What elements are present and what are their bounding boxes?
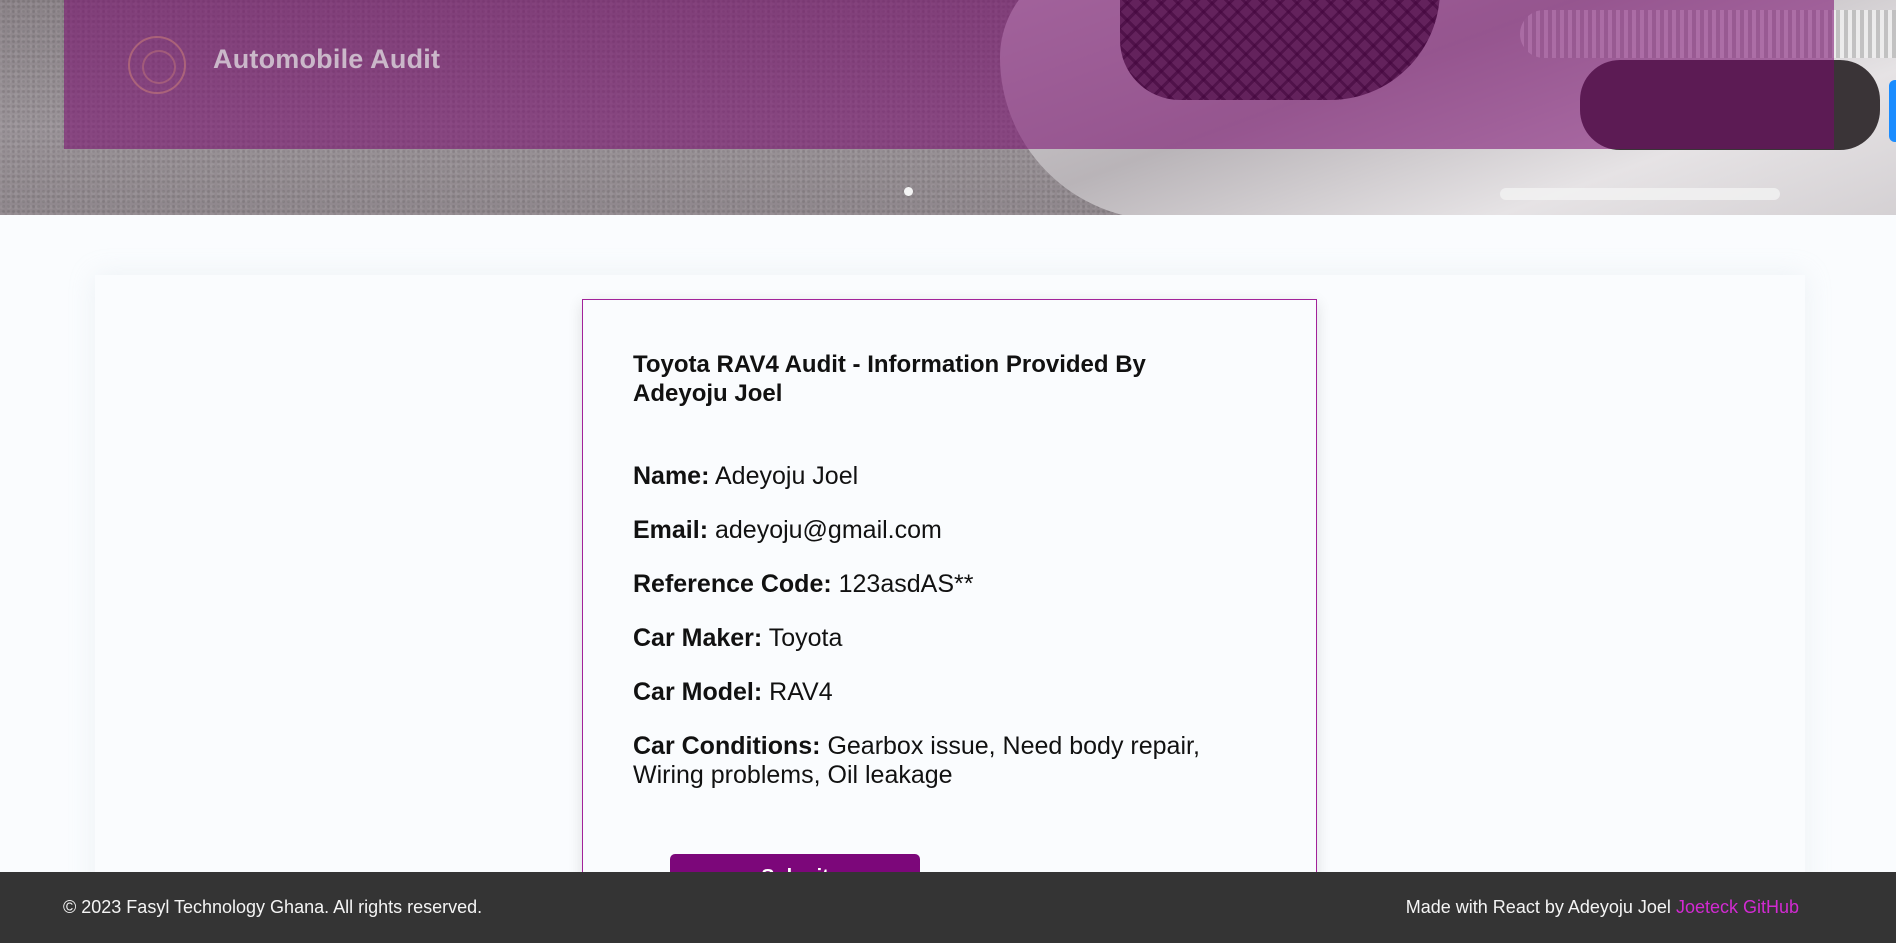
- brand-title[interactable]: Automobile Audit: [213, 44, 440, 75]
- field-label: Car Model:: [633, 678, 763, 706]
- footer: © 2023 Fasyl Technology Ghana. All right…: [0, 872, 1896, 943]
- field-reference-code: Reference Code: 123asdAS**: [633, 570, 1263, 599]
- footer-credits: Made with React by Adeyoju Joel Joeteck …: [1406, 897, 1799, 918]
- field-value: 123asdAS**: [838, 570, 974, 598]
- footer-made-with: Made with React by Adeyoju Joel: [1405, 897, 1671, 917]
- audit-summary-card: Toyota RAV4 Audit - Information Provided…: [582, 299, 1317, 919]
- emblem-icon[interactable]: [128, 36, 186, 94]
- field-label: Car Conditions:: [633, 732, 821, 760]
- field-label: Car Maker:: [633, 624, 763, 652]
- audit-title: Toyota RAV4 Audit - Information Provided…: [633, 351, 1146, 407]
- field-email: Email: adeyoju@gmail.com: [633, 516, 1263, 545]
- field-car-conditions: Car Conditions: Gearbox issue, Need body…: [633, 732, 1263, 790]
- field-car-maker: Car Maker: Toyota: [633, 624, 1263, 653]
- github-link[interactable]: Joeteck GitHub: [1676, 897, 1799, 917]
- field-label: Reference Code:: [633, 570, 832, 598]
- field-value: Adeyoju Joel: [715, 462, 859, 490]
- footer-copyright: © 2023 Fasyl Technology Ghana. All right…: [63, 897, 483, 917]
- carousel-indicator-dot[interactable]: [904, 187, 913, 196]
- field-car-model: Car Model: RAV4: [633, 678, 1263, 707]
- car-trim: [1500, 188, 1780, 200]
- field-value: RAV4: [769, 678, 833, 706]
- hero-banner: Automobile Audit: [0, 0, 1896, 215]
- side-edge-tab[interactable]: [1889, 80, 1896, 142]
- field-value: Toyota: [768, 624, 843, 652]
- field-name: Name: Adeyoju Joel: [633, 462, 1263, 491]
- field-value: adeyoju@gmail.com: [714, 516, 942, 544]
- field-label: Email:: [633, 516, 709, 544]
- field-label: Name:: [633, 462, 710, 490]
